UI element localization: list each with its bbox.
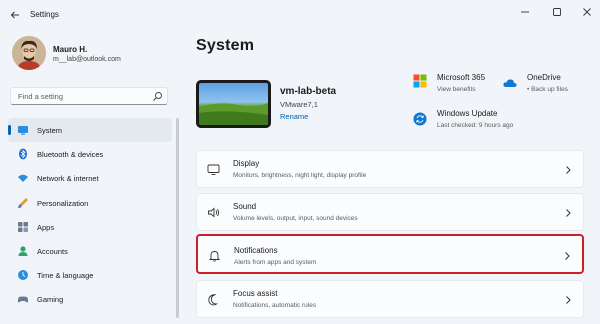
sidebar-item-label: Apps [37,222,55,232]
avatar-portrait-icon [12,36,46,70]
person-icon [18,246,28,256]
microsoft365-subtitle[interactable]: View benefits [437,86,476,93]
maximize-icon [553,8,561,16]
sidebar-item-label: Accounts [37,246,68,256]
sidebar-item-label: Time & language [37,271,94,281]
onedrive-cloud-icon [503,79,517,87]
wallpaper-preview [199,83,268,125]
card-subtitle: Alerts from apps and system [234,259,317,266]
device-model: VMware7,1 [280,100,318,109]
settings-window: Settings Mauro H. m__lab@outlook.com Fin… [0,0,600,324]
avatar[interactable] [12,36,46,70]
card-title: Notifications [234,246,278,255]
windows-update-subtitle[interactable]: Last checked: 9 hours ago [437,122,513,129]
sidebar-item-accounts[interactable]: Accounts [8,239,172,263]
sidebar-item-gaming[interactable]: Gaming [8,287,172,311]
sidebar-item-network[interactable]: Network & internet [8,166,172,190]
wifi-icon [18,175,28,183]
chevron-right-icon [565,252,570,260]
microsoft-logo-icon [413,74,427,88]
sidebar-item-label: System [37,126,63,135]
back-arrow-icon [10,11,19,19]
globe-clock-icon [18,270,28,281]
settings-card-display[interactable]: Display Monitors, brightness, night ligh… [196,150,584,188]
onedrive-subtitle[interactable]: • Back up files [527,86,568,93]
sidebar-item-label: Bluetooth & devices [37,150,104,160]
rename-link[interactable]: Rename [280,112,308,121]
settings-card-sound[interactable]: Sound Volume levels, output, input, soun… [196,193,584,231]
search-input[interactable]: Find a setting [10,87,168,105]
settings-card-focus-assist[interactable]: Focus assist Notifications, automatic ru… [196,280,584,318]
search-placeholder: Find a setting [18,92,64,101]
bell-icon [208,251,221,262]
card-subtitle: Notifications, automatic rules [233,302,317,309]
sidebar-item-label: Network & internet [37,174,99,184]
moon-icon [208,294,219,306]
windows-update-title[interactable]: Windows Update [437,109,497,118]
bluetooth-icon [19,148,27,160]
close-icon [583,8,591,16]
sidebar-scrollbar[interactable] [176,118,179,318]
settings-card-notifications[interactable]: Notifications Alerts from apps and syste… [196,234,584,274]
card-title: Focus assist [233,289,278,298]
onedrive-title[interactable]: OneDrive [527,73,561,82]
sidebar-item-time-language[interactable]: Time & language [8,263,172,287]
title-bar: Settings [0,0,600,30]
sidebar-item-label: Personalization [37,198,89,208]
apps-icon [18,221,28,232]
card-title: Display [233,159,260,168]
sidebar-item-bluetooth[interactable]: Bluetooth & devices [8,142,172,166]
device-thumbnail [196,80,271,128]
chevron-right-icon [566,209,571,217]
profile-email: m__lab@outlook.com [53,56,121,63]
back-button[interactable] [6,6,24,24]
speaker-icon [208,207,219,218]
microsoft365-title[interactable]: Microsoft 365 [437,73,485,82]
card-title: Sound [233,202,257,211]
maximize-button[interactable] [546,4,568,20]
display-icon [207,164,220,175]
app-title: Settings [30,10,59,19]
minimize-icon [521,11,529,13]
card-subtitle: Volume levels, output, input, sound devi… [233,215,358,222]
monitor-icon [18,126,28,135]
profile-name: Mauro H. [53,45,88,54]
chevron-right-icon [566,296,571,304]
sidebar-item-system[interactable]: System [8,118,172,143]
minimize-button[interactable] [514,4,536,20]
windows-update-icon [413,112,427,126]
chevron-right-icon [566,166,571,174]
wallpaper-image-icon [199,103,268,125]
device-name: vm-lab-beta [280,86,337,97]
sidebar-item-label: Gaming [37,295,64,305]
gamepad-icon [17,296,29,303]
card-subtitle: Monitors, brightness, night light, displ… [233,172,367,179]
sidebar-item-personalization[interactable]: Personalization [8,191,172,215]
search-icon[interactable] [152,91,163,102]
sidebar-nav: System Bluetooth & devices Network & int… [8,118,172,312]
sidebar-item-apps[interactable]: Apps [8,215,172,239]
close-button[interactable] [576,4,598,20]
page-title: System [196,37,255,54]
brush-icon [18,197,28,208]
